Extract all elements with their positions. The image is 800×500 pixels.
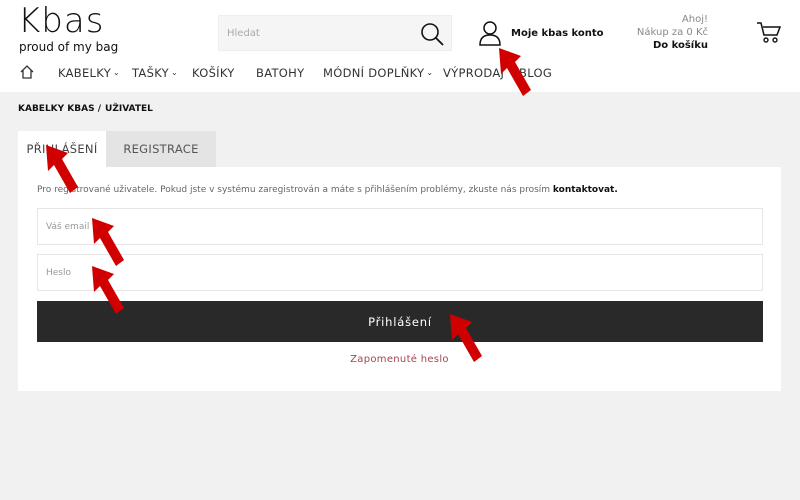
- kbas-logo[interactable]: Kbas proud of my bag: [18, 1, 119, 56]
- home-icon[interactable]: [20, 65, 34, 79]
- breadcrumb-current: UŽIVATEL: [105, 104, 153, 114]
- main-nav: KABELKY ⌄ TAŠKY ⌄ KOŠÍKY BATOHY MÓDNÍ DOPL…: [0, 58, 800, 90]
- annotation-arrow-icon: [499, 48, 531, 96]
- nav-item-batohy[interactable]: BATOHY: [256, 66, 304, 80]
- search-box: [218, 15, 452, 51]
- breadcrumb: KABELKY KBAS / UŽIVATEL: [18, 104, 157, 114]
- contact-link[interactable]: kontaktovat.: [553, 185, 618, 195]
- site-header: Kbas proud of my bag Moje kbas konto Aho…: [0, 0, 800, 92]
- logo-tagline: proud of my bag: [19, 40, 119, 54]
- tab-register[interactable]: REGISTRACE: [106, 131, 216, 167]
- annotation-arrow-icon: [46, 145, 78, 193]
- user-icon: [479, 21, 501, 46]
- login-panel: Pro registrované uživatele. Pokud jste v…: [18, 167, 781, 391]
- nav-item-kosiky[interactable]: KOŠÍKY: [192, 66, 235, 80]
- cart-total: Nákup za 0 Kč: [636, 27, 708, 38]
- chevron-down-icon: ⌄: [113, 68, 121, 77]
- account-label: Moje kbas konto: [511, 28, 604, 39]
- forgot-password-link[interactable]: Zapomenuté heslo: [18, 354, 781, 365]
- logo-wordmark: Kbas: [18, 1, 105, 41]
- login-info-text: Pro registrované uživatele. Pokud jste v…: [37, 185, 618, 195]
- cart-link[interactable]: Do košíku: [620, 39, 708, 52]
- chevron-down-icon: ⌄: [426, 68, 434, 77]
- annotation-arrow-icon: [450, 314, 482, 362]
- breadcrumb-root[interactable]: KABELKY KBAS /: [18, 104, 101, 114]
- chevron-down-icon: ⌄: [170, 68, 178, 77]
- nav-item-kabelky[interactable]: KABELKY ⌄: [58, 66, 120, 80]
- search-icon[interactable]: [419, 21, 445, 47]
- cart-greeting: Ahoj!: [681, 14, 708, 25]
- email-field[interactable]: [37, 208, 763, 245]
- annotation-arrow-icon: [92, 266, 124, 314]
- login-button[interactable]: Přihlášení: [37, 301, 763, 342]
- password-field[interactable]: [37, 254, 763, 291]
- search-input[interactable]: [219, 16, 414, 50]
- nav-item-modni-doplnky[interactable]: MÓDNÍ DOPLŇKY ⌄: [323, 66, 433, 80]
- cart-summary[interactable]: Ahoj! Nákup za 0 Kč Do košíku: [620, 13, 708, 52]
- cart-icon[interactable]: [756, 20, 782, 44]
- annotation-arrow-icon: [92, 218, 124, 266]
- nav-item-tasky[interactable]: TAŠKY ⌄: [132, 66, 178, 80]
